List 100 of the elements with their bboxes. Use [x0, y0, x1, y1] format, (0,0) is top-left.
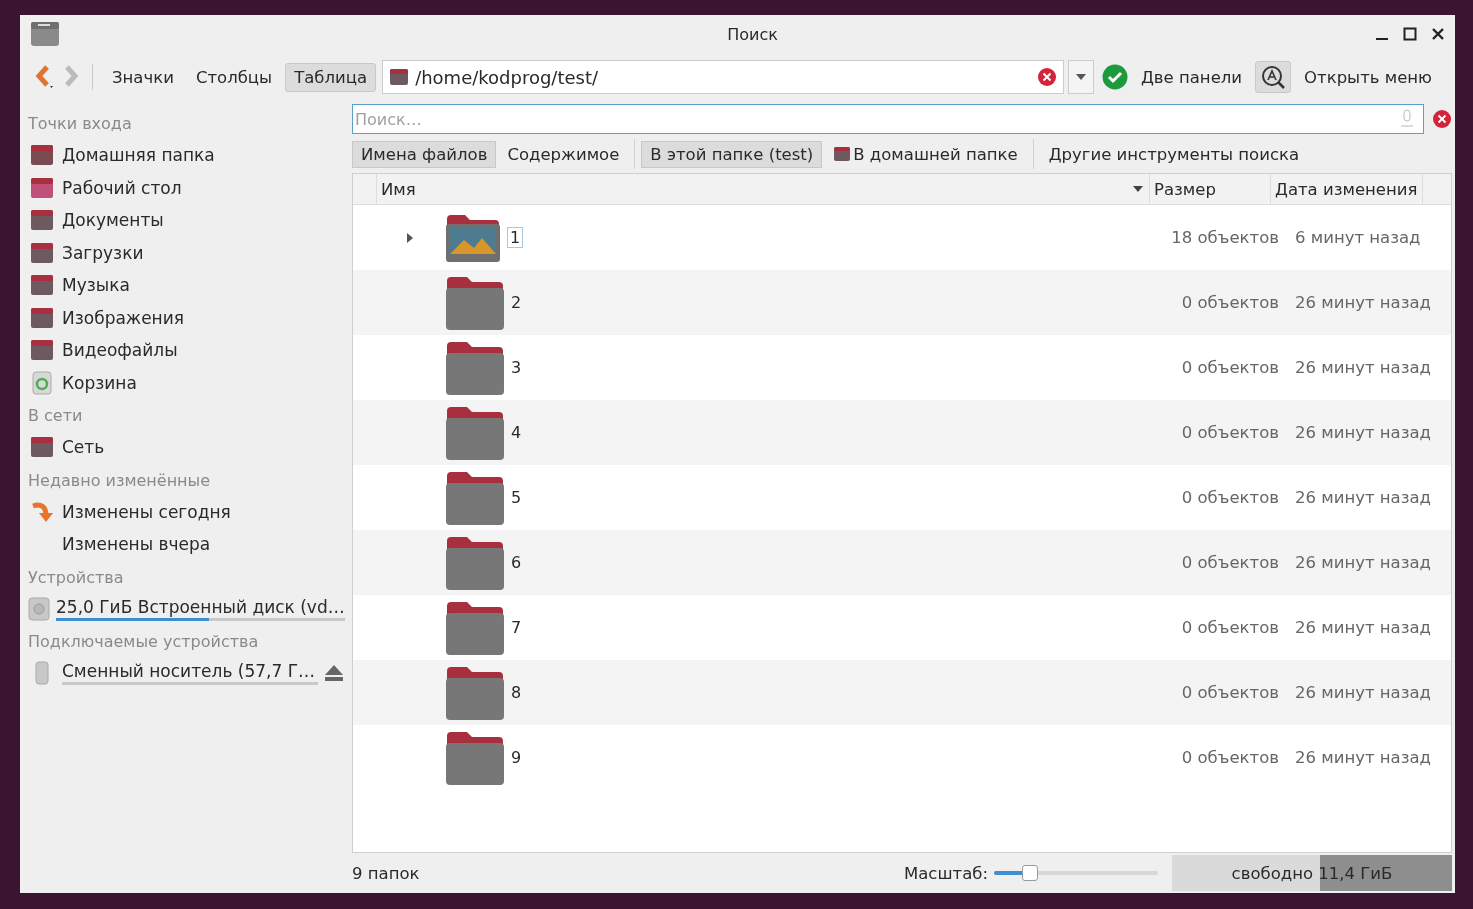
sidebar-item[interactable]: Загрузки [62, 242, 344, 263]
file-size: 0 объектов [1180, 553, 1279, 572]
folder-icon [445, 599, 505, 656]
modified-date: 26 минут назад [1294, 488, 1432, 507]
home-folder-icon [833, 146, 852, 162]
sidebar-item[interactable]: Изменены сегодня [62, 501, 344, 522]
view-mode-button[interactable]: Таблица [285, 62, 377, 92]
folder-icon [445, 729, 505, 786]
file-size: 18 объектов [1170, 228, 1279, 247]
file-row[interactable]: 8 0 объектов 26 минут назад [353, 660, 1451, 725]
folder-icon [30, 339, 54, 362]
path-field[interactable]: /home/kodprog/test/ [382, 60, 1064, 94]
search-button[interactable] [1255, 61, 1292, 93]
section-heading: Подключаемые устройства [28, 631, 260, 653]
search-field[interactable]: Поиск… [352, 104, 1424, 134]
file-size: 0 объектов [1180, 293, 1279, 312]
sidebar-item[interactable]: Сменный носитель (57,7 Г… [62, 661, 318, 682]
clear-icon[interactable] [1036, 67, 1057, 87]
search-location-button[interactable]: В домашней папке [824, 140, 1027, 168]
modified-date: 26 минут назад [1294, 553, 1432, 572]
checkmark-icon[interactable] [1101, 64, 1128, 90]
modified-date: 26 минут назад [1294, 423, 1432, 442]
modified-date: 26 минут назад [1294, 683, 1432, 702]
folder-icon [30, 144, 54, 167]
search-scope-button[interactable]: Содержимое [498, 140, 629, 168]
search-location-button[interactable]: В этой папке (test) [641, 140, 823, 168]
folder-icon [445, 664, 505, 721]
folder-icon [445, 404, 505, 461]
file-size: 0 объектов [1180, 683, 1279, 702]
file-name: 4 [511, 423, 523, 442]
sidebar-item[interactable]: Музыка [62, 275, 344, 296]
folder-icon [30, 274, 54, 297]
folder-count: 9 папок [352, 863, 420, 883]
search-scope-button[interactable]: Имена файлов [352, 140, 497, 168]
microphone-icon [1400, 109, 1414, 129]
column-header[interactable]: Дата изменения [1271, 174, 1423, 204]
column-header[interactable]: Размер [1149, 174, 1271, 204]
zoom-slider[interactable] [994, 865, 1158, 881]
open-menu-button[interactable]: Открыть меню [1295, 62, 1441, 92]
column-header[interactable]: Имя [377, 174, 1133, 204]
file-name: 5 [511, 488, 523, 507]
dropdown-button[interactable] [1067, 60, 1094, 94]
more-search-tools-button[interactable]: Другие инструменты поиска [1039, 140, 1309, 168]
file-name: 6 [511, 553, 523, 572]
section-heading: В сети [28, 405, 84, 427]
folder-icon [30, 306, 54, 329]
eject-icon[interactable] [324, 664, 344, 683]
file-row[interactable]: 1 18 объектов 6 минут назад [353, 205, 1451, 270]
file-size: 0 объектов [1180, 618, 1279, 637]
expand-arrow-icon[interactable] [407, 232, 413, 243]
view-mode-button[interactable]: Значки [103, 62, 183, 92]
close-icon[interactable] [1431, 27, 1445, 41]
sort-arrow-icon [1133, 186, 1143, 192]
file-name: 2 [511, 293, 523, 312]
caret-icon [1075, 74, 1086, 80]
sidebar-item[interactable]: Рабочий стол [62, 177, 344, 198]
section-heading: Точки входа [28, 113, 133, 135]
back-arrow-icon[interactable] [34, 64, 56, 90]
sidebar-item[interactable]: Корзина [62, 372, 344, 393]
file-size: 0 объектов [1180, 488, 1279, 507]
modified-date: 26 минут назад [1294, 293, 1432, 312]
file-name: 1 [507, 227, 524, 248]
folder-icon [30, 21, 60, 47]
folder-preview-icon [445, 212, 501, 263]
folder-icon [389, 68, 410, 86]
clear-icon[interactable] [1432, 109, 1452, 129]
file-row[interactable]: 3 0 объектов 26 минут назад [353, 335, 1451, 400]
section-heading: Устройства [28, 566, 125, 589]
file-row[interactable]: 5 0 объектов 26 минут назад [353, 465, 1451, 530]
free-space-text: свободно 11,4 ГиБ [1231, 863, 1393, 883]
usb-drive-icon [34, 661, 50, 686]
file-row[interactable]: 2 0 объектов 26 минут назад [353, 270, 1451, 335]
file-row[interactable]: 7 0 объектов 26 минут назад [353, 595, 1451, 660]
sidebar-item[interactable]: Изображения [62, 307, 344, 328]
sidebar-item[interactable]: Видеофайлы [62, 340, 344, 361]
file-name: 9 [511, 748, 523, 767]
sidebar-item[interactable]: 25,0 ГиБ Встроенный диск (vd… [56, 596, 345, 617]
zoom-label: Масштаб: [904, 863, 988, 883]
folder-icon [30, 209, 54, 232]
sidebar-item[interactable]: Сеть [62, 437, 344, 458]
modified-date: 26 минут назад [1294, 358, 1432, 377]
folder-icon [30, 241, 54, 264]
maximize-icon[interactable] [1403, 27, 1417, 41]
folder-icon [445, 469, 505, 526]
search-icon [1260, 64, 1287, 90]
file-name: 8 [511, 683, 523, 702]
file-row[interactable]: 9 0 объектов 26 минут назад [353, 725, 1451, 790]
sidebar-item[interactable]: Документы [62, 210, 344, 231]
file-row[interactable]: 4 0 объектов 26 минут назад [353, 400, 1451, 465]
folder-icon [445, 339, 505, 396]
section-heading: Недавно изменённые [28, 469, 212, 492]
sidebar-item[interactable]: Домашняя папка [62, 145, 344, 166]
two-panes-button[interactable]: Две панели [1131, 62, 1252, 92]
file-size: 0 объектов [1180, 423, 1279, 442]
folder-icon [445, 534, 505, 591]
modified-date: 26 минут назад [1294, 748, 1432, 767]
view-mode-button[interactable]: Столбцы [186, 62, 282, 92]
file-row[interactable]: 6 0 объектов 26 минут назад [353, 530, 1451, 595]
sidebar-item[interactable]: Изменены вчера [62, 534, 344, 555]
file-size: 0 объектов [1180, 358, 1279, 377]
